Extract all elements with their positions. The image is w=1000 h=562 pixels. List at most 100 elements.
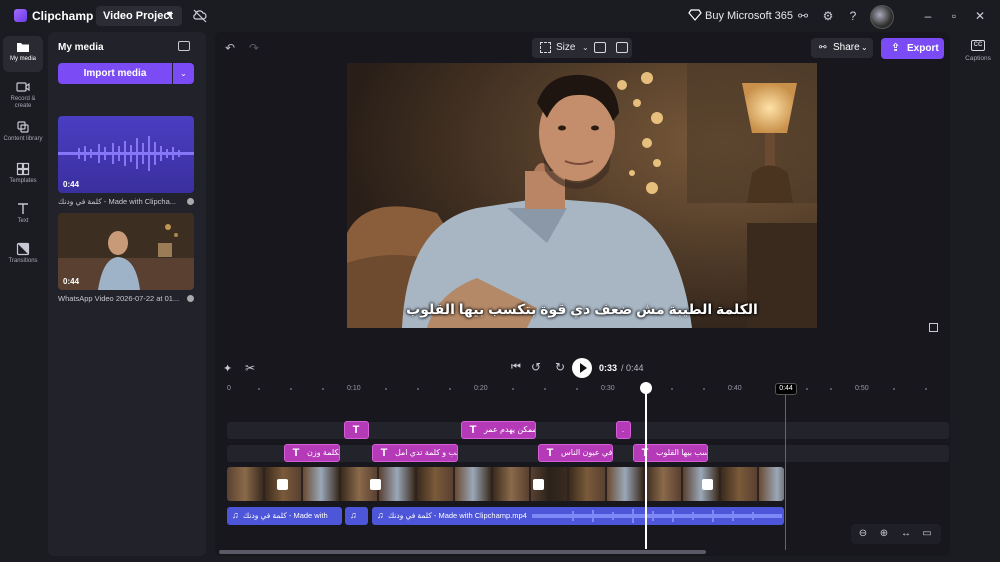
people-icon: ⚯ bbox=[819, 42, 827, 52]
ruler-tick bbox=[576, 388, 578, 390]
total-time: / 0:44 bbox=[621, 363, 644, 373]
media-item-audio[interactable]: 0:44 bbox=[58, 116, 194, 193]
text-icon bbox=[18, 203, 28, 214]
nav-label: Content library bbox=[3, 136, 43, 142]
nav-label: Transitions bbox=[8, 258, 38, 264]
text-clip[interactable]: T لب و كلمة تدي امل bbox=[372, 444, 458, 462]
nav-label: Templates bbox=[9, 178, 37, 184]
editor-area: ↶ ↷ Size ⌄ ⚯ Share ⌄ ⇪ Export الكلمة الط… bbox=[215, 32, 950, 556]
check-icon bbox=[187, 295, 194, 302]
playhead-handle[interactable] bbox=[640, 382, 652, 394]
play-button[interactable] bbox=[572, 358, 592, 378]
cloud-off-icon[interactable] bbox=[192, 8, 208, 24]
video-track[interactable] bbox=[227, 467, 784, 501]
nav-label: Text bbox=[17, 218, 29, 224]
video-frame-thumb bbox=[569, 467, 605, 501]
redo-icon[interactable]: ↷ bbox=[249, 41, 259, 55]
left-nav: My media Record & create Content library… bbox=[0, 32, 46, 562]
ruler-tick bbox=[925, 388, 927, 390]
video-frame-thumb bbox=[303, 467, 339, 501]
fullscreen-icon[interactable] bbox=[929, 323, 938, 332]
video-subtitle: الكلمة الطيبة مش ضعف دي قوة بتكسب بيها ا… bbox=[406, 301, 758, 317]
share-button[interactable]: ⚯ Share ⌄ bbox=[811, 38, 873, 58]
ruler-tick bbox=[290, 388, 292, 390]
nav-transitions[interactable]: Transitions bbox=[3, 238, 43, 274]
ruler-tick bbox=[703, 388, 705, 390]
audio-clip[interactable]: ♫ كلمة في ودنك - Made with Clipchamp.mp4 bbox=[372, 507, 784, 525]
ruler-tick bbox=[417, 388, 419, 390]
video-frame-thumb bbox=[683, 467, 719, 501]
audio-clip[interactable]: ♫ bbox=[345, 507, 368, 525]
transition-icon[interactable] bbox=[277, 479, 288, 490]
rewind-5-icon[interactable]: ↺ bbox=[531, 360, 541, 374]
import-media-button[interactable]: Import media bbox=[58, 63, 172, 84]
ruler-label: 0:20 bbox=[474, 385, 488, 392]
video-frame-thumb bbox=[759, 467, 784, 501]
timeline-scrollbar[interactable] bbox=[219, 550, 706, 554]
expand-timeline-icon[interactable]: ▭ bbox=[919, 526, 935, 542]
undo-icon[interactable]: ↶ bbox=[225, 41, 235, 55]
media-item-caption: كلمة في ودنك - Made with Clipcha... bbox=[58, 197, 194, 206]
video-frame-thumb bbox=[455, 467, 491, 501]
scissors-icon[interactable]: ✂ bbox=[245, 361, 255, 375]
screenshot-icon[interactable] bbox=[616, 42, 628, 53]
upload-icon: ⇪ bbox=[891, 42, 901, 54]
media-duration: 0:44 bbox=[63, 180, 80, 189]
ruler-tick bbox=[385, 388, 387, 390]
video-preview[interactable]: الكلمة الطيبة مش ضعف دي قوة بتكسب بيها ا… bbox=[347, 63, 817, 328]
media-item-video[interactable]: 0:44 bbox=[58, 213, 194, 290]
zoom-in-icon[interactable]: ⊕ bbox=[876, 526, 892, 542]
transition-icon[interactable] bbox=[533, 479, 544, 490]
templates-icon bbox=[16, 162, 30, 176]
text-clip[interactable]: T في عيون الناس bbox=[538, 444, 613, 462]
chevron-down-icon: ⌄ bbox=[861, 43, 868, 52]
size-button[interactable]: Size bbox=[556, 42, 575, 53]
nav-record-create[interactable]: Record & create bbox=[3, 76, 43, 112]
transitions-icon bbox=[16, 242, 30, 256]
close-icon[interactable]: ✕ bbox=[972, 8, 988, 24]
transition-icon[interactable] bbox=[702, 479, 713, 490]
crop-icon[interactable] bbox=[594, 42, 606, 53]
video-frame-thumb bbox=[645, 467, 681, 501]
text-clip[interactable]: . bbox=[616, 421, 631, 439]
avatar[interactable] bbox=[870, 5, 894, 29]
ruler-tick bbox=[258, 388, 260, 390]
playhead[interactable] bbox=[645, 387, 647, 549]
magic-icon[interactable]: ✦ bbox=[223, 362, 232, 375]
buy-microsoft-365-link[interactable]: Buy Microsoft 365 bbox=[705, 10, 793, 22]
ruler-tick bbox=[322, 388, 324, 390]
nav-my-media[interactable]: My media bbox=[3, 36, 43, 72]
video-frame-thumb bbox=[227, 467, 263, 501]
share-people-icon[interactable]: ⚯ bbox=[795, 8, 811, 24]
nav-text[interactable]: Text bbox=[3, 198, 43, 234]
collapse-panel-icon[interactable] bbox=[178, 41, 190, 51]
captions-icon: CC bbox=[971, 40, 985, 51]
export-button[interactable]: ⇪ Export bbox=[881, 38, 944, 59]
text-clip[interactable]: T ممكن يهدم عمر bbox=[461, 421, 536, 439]
text-clip[interactable]: T لكلمة وزن bbox=[284, 444, 340, 462]
minimize-icon[interactable]: – bbox=[920, 8, 936, 24]
zoom-out-icon[interactable]: ⊖ bbox=[855, 526, 871, 542]
project-title-button[interactable]: Video Project ▼ bbox=[96, 6, 182, 26]
ruler-label: 0:30 bbox=[601, 385, 615, 392]
check-icon bbox=[187, 198, 194, 205]
ruler-tick bbox=[806, 388, 808, 390]
maximize-icon[interactable]: ▫ bbox=[946, 8, 962, 24]
fit-timeline-icon[interactable]: ↔ bbox=[898, 526, 914, 542]
help-icon[interactable]: ? bbox=[845, 8, 861, 24]
text-icon: T bbox=[546, 447, 554, 459]
app-name: Clipchamp bbox=[32, 9, 94, 23]
text-clip[interactable]: T bbox=[344, 421, 369, 439]
folder-icon bbox=[17, 43, 29, 52]
nav-templates[interactable]: Templates bbox=[3, 158, 43, 194]
text-track-1 bbox=[227, 422, 949, 439]
nav-content-library[interactable]: Content library bbox=[3, 116, 43, 152]
skip-back-icon[interactable]: ⏮ bbox=[511, 361, 521, 374]
gear-icon[interactable]: ⚙ bbox=[820, 8, 836, 24]
import-dropdown-button[interactable]: ⌄ bbox=[173, 63, 194, 84]
nav-label: Record & create bbox=[10, 96, 36, 109]
forward-5-icon[interactable]: ↻ bbox=[555, 360, 565, 374]
transition-icon[interactable] bbox=[370, 479, 381, 490]
captions-button[interactable]: CC Captions bbox=[958, 38, 998, 78]
audio-clip[interactable]: ♫ كلمة في ودنك - Made with bbox=[227, 507, 342, 525]
